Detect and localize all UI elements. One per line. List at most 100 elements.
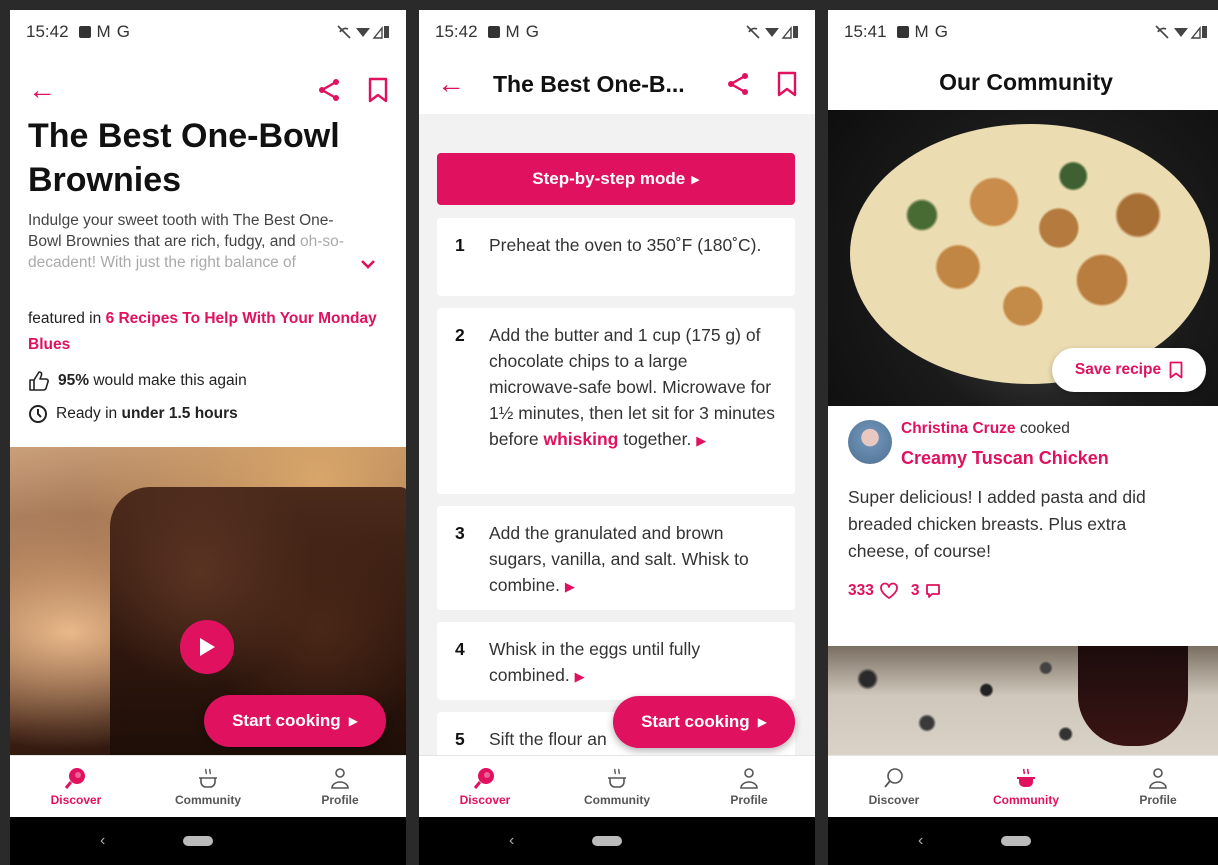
back-arrow-icon[interactable]: ← [437,68,465,100]
start-cooking-label: Start cooking [232,711,341,730]
step-mode-label: Step-by-step mode [532,169,686,188]
play-arrow-icon: ▶ [757,715,767,729]
author-name-link[interactable]: Christina Cruze [901,420,1016,437]
bookmark-icon[interactable] [368,77,388,103]
comment-button[interactable]: 3 [911,582,941,600]
clock-icon [29,405,47,423]
top-app-bar: ← The Best One-B... [419,54,815,114]
system-nav-bar: ‹ [419,817,815,865]
nav-back-icon[interactable]: ‹ [509,832,514,850]
step-text: Preheat the oven to 350˚F (180˚C). [489,235,762,255]
like-button[interactable]: 333 [848,582,899,600]
system-nav-bar: ‹ [828,817,1218,865]
post-reactions: 333 3 [848,582,941,600]
technique-link-whisking[interactable]: whisking [544,429,619,449]
google-notification-icon: G [934,22,948,41]
nav-home-pill[interactable] [1001,836,1032,846]
save-recipe-button[interactable]: Save recipe [1052,348,1206,392]
comment-count: 3 [910,582,920,599]
signal-battery-icon [746,25,798,39]
like-count: 333 [848,582,874,599]
discover-search-icon [473,768,494,789]
ready-value: under 1.5 hours [121,405,238,422]
tab-discover[interactable]: Discover [839,766,949,807]
heart-icon [879,582,898,599]
system-status-icons [1154,24,1208,40]
play-arrow-icon: ▶ [348,714,358,728]
nav-home-pill[interactable] [592,836,623,846]
wine-glass-photo [1078,646,1188,746]
description-visible: Indulge your sweet tooth with The Best O… [28,212,334,250]
next-post-photo[interactable] [828,646,1218,756]
image-notification-icon [896,26,909,38]
rating-row: 95% would make this again [28,370,247,392]
nav-home-pill[interactable] [183,836,214,846]
bookmark-icon[interactable] [777,71,797,97]
cooking-pot-icon [199,768,217,788]
share-icon[interactable] [727,72,749,96]
tab-community-label: Community [584,793,650,807]
step-text-after: together. [623,429,692,449]
tab-profile[interactable]: Profile [285,766,395,807]
bottom-tab-bar: Discover Community Profile [10,755,406,817]
tab-discover[interactable]: Discover [21,766,131,807]
comment-icon [925,584,940,598]
dish-name-link[interactable]: Creamy Tuscan Chicken [901,448,1109,469]
profile-icon [331,768,349,789]
step-number: 3 [455,523,465,543]
cooking-pot-icon [1017,768,1035,787]
rating-value: 95% [58,372,90,389]
nav-back-icon[interactable]: ‹ [918,832,923,850]
step-number: 4 [455,639,465,659]
step-card-1: 1 Preheat the oven to 350˚F (180˚C). [437,218,795,296]
tab-community[interactable]: Community [971,766,1081,807]
cooked-word: cooked [1019,420,1070,437]
ready-time-row: Ready in under 1.5 hours [28,404,238,424]
back-arrow-icon[interactable]: ← [28,74,56,106]
tab-discover-label: Discover [50,793,102,807]
signal-battery-icon [337,25,389,39]
rating-suffix: would make this again [93,372,247,389]
step-by-step-mode-button[interactable]: Step-by-step mode ▶ [437,153,795,205]
status-bar: 15:42 M G [10,10,406,54]
header-title: The Best One-B... [493,70,685,97]
tab-community[interactable]: Community [153,766,263,807]
system-nav-bar: ‹ [10,817,406,865]
tab-profile[interactable]: Profile [1103,766,1213,807]
status-time: 15:42 [26,22,69,41]
chevron-down-icon[interactable] [360,258,376,270]
play-video-button[interactable] [180,620,234,674]
tab-profile-label: Profile [321,793,359,807]
tab-discover[interactable]: Discover [430,766,540,807]
header-actions [727,71,797,97]
share-icon[interactable] [318,78,340,102]
nav-back-icon[interactable]: ‹ [100,832,105,850]
profile-icon [740,768,758,789]
gmail-notification-icon: M [914,22,929,41]
recipe-detail-screen: 15:42 M G ← The Best One-Bowl Brownies I… [10,10,406,865]
play-arrow-icon: ▶ [691,173,700,186]
play-icon [200,638,215,656]
tab-profile-label: Profile [1139,793,1177,807]
step-text: Whisk in the eggs until fully combined. … [489,636,777,686]
image-notification-icon [78,26,91,38]
notification-icons: M G [487,22,539,42]
save-recipe-label: Save recipe [1074,361,1162,378]
play-step-icon[interactable]: ▶ [575,669,585,684]
play-step-icon[interactable]: ▶ [565,579,575,594]
play-step-icon[interactable]: ▶ [696,433,706,448]
status-time: 15:41 [844,22,887,41]
tab-community[interactable]: Community [562,766,672,807]
featured-prefix: featured in [28,310,102,327]
header-actions [318,77,388,103]
tab-profile[interactable]: Profile [694,766,804,807]
step-text: Add the butter and 1 cup (175 g) of choc… [489,322,777,480]
step-card-4: 4 Whisk in the eggs until fully combined… [437,622,795,700]
avatar[interactable] [848,420,892,464]
start-cooking-button[interactable]: Start cooking ▶ [204,695,386,747]
notification-icons: M G [78,22,130,42]
image-notification-icon [487,26,500,38]
start-cooking-button[interactable]: Start cooking ▶ [613,696,795,748]
step-card-2: 2 Add the butter and 1 cup (175 g) of ch… [437,308,795,494]
tab-community-label: Community [993,793,1059,807]
